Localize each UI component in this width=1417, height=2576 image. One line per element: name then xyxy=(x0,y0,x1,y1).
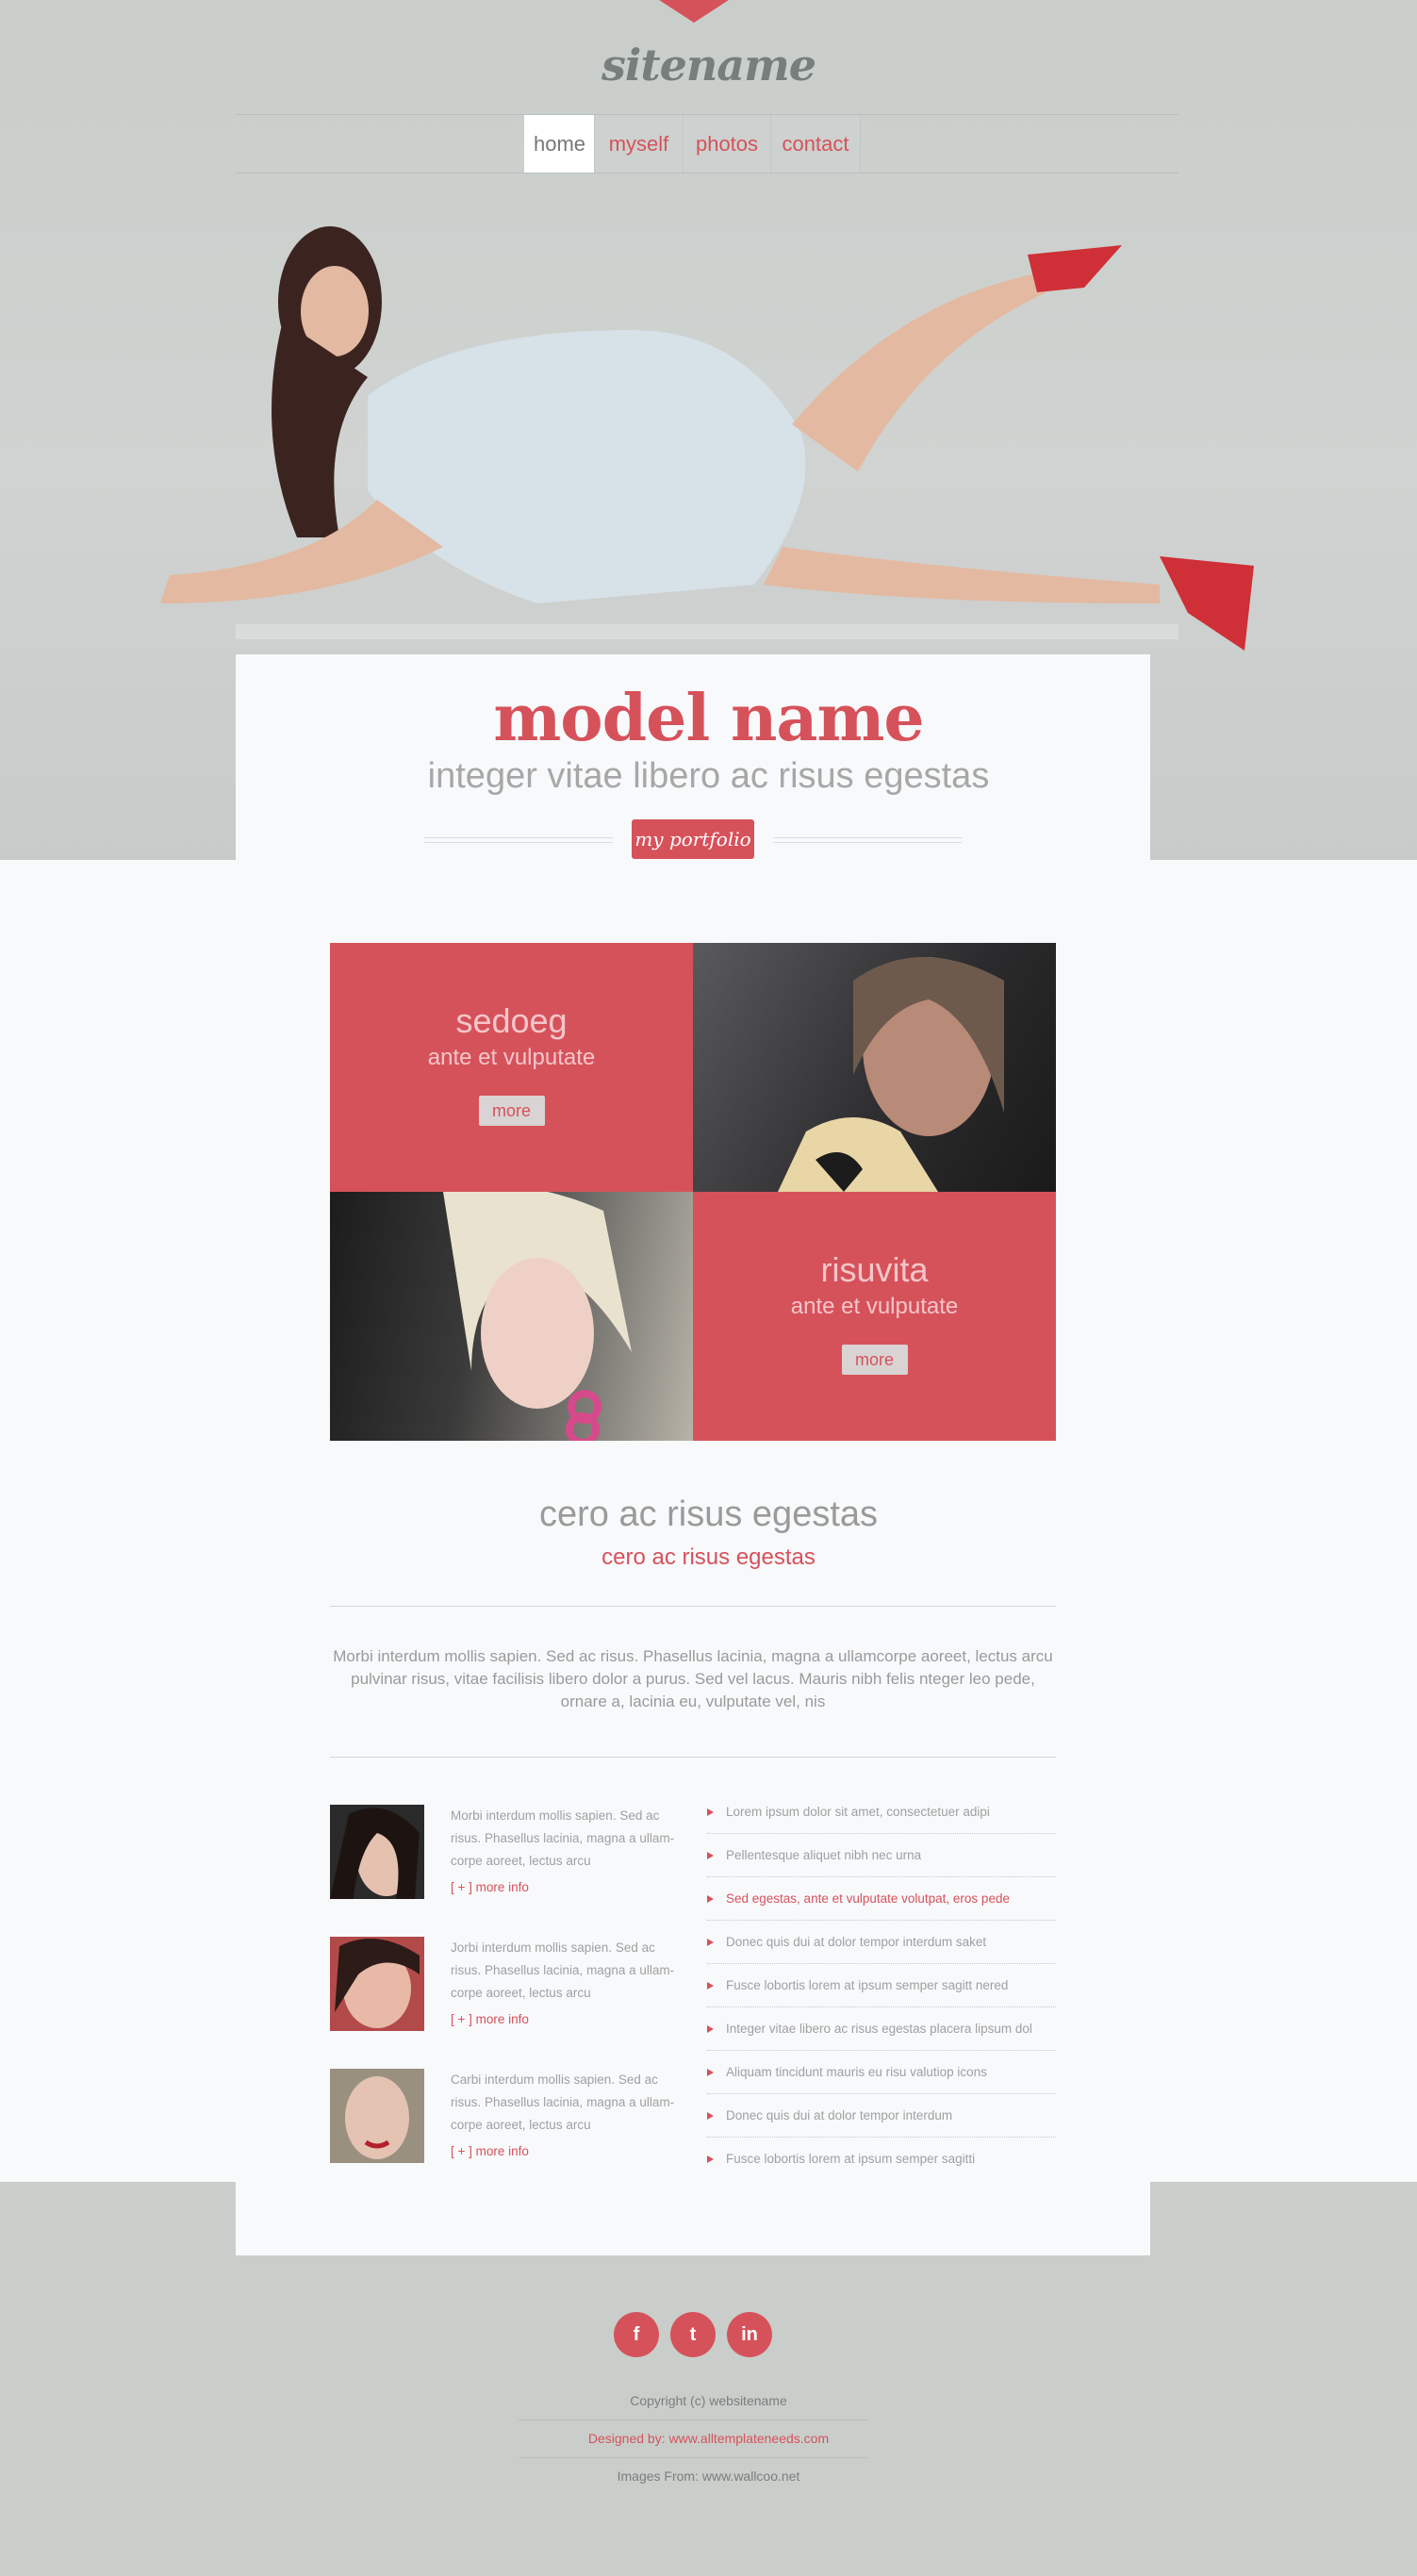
footer-divider xyxy=(519,2419,867,2420)
news-thumbnail xyxy=(330,1805,424,1899)
more-info-link[interactable]: [ + ] more info xyxy=(451,2144,529,2158)
list-link[interactable]: Fusce lobortis lorem at ipsum semper sag… xyxy=(707,1964,1056,2007)
footer-designed-by[interactable]: Designed by: www.alltemplateneeds.com xyxy=(0,2431,1417,2446)
tile-more-button[interactable]: more xyxy=(841,1345,908,1375)
footer-copyright: Copyright (c) websitename xyxy=(630,2393,787,2408)
social-links: f t in xyxy=(614,2312,772,2357)
portfolio-divider-left xyxy=(424,837,613,843)
section-subtitle: cero ac risus egestas xyxy=(601,1544,816,1570)
tile-subtitle: ante et vulputate xyxy=(427,1045,596,1070)
news-item: Carbi interdum mollis sapien. Sed ac ris… xyxy=(330,2069,679,2201)
list-link[interactable]: Lorem ipsum dolor sit amet, consectetuer… xyxy=(707,1791,1056,1834)
link-list: Lorem ipsum dolor sit amet, consectetuer… xyxy=(707,1791,1056,2181)
main-nav: home myself photos contact xyxy=(524,115,861,173)
list-link[interactable]: Pellentesque aliquet nibh nec urna xyxy=(707,1834,1056,1877)
feature-photo-1 xyxy=(693,943,1056,1192)
nav-photos[interactable]: photos xyxy=(684,115,771,173)
intro-paragraph: Morbi interdum mollis sapien. Sed ac ris… xyxy=(333,1647,1053,1710)
feature-photo-2 xyxy=(330,1192,693,1441)
nav-contact[interactable]: contact xyxy=(771,115,861,173)
tile-more-button[interactable]: more xyxy=(478,1096,545,1126)
feature-tile-sedoeg: sedoeg ante et vulputate more xyxy=(330,943,693,1192)
news-text: Carbi interdum mollis sapien. Sed ac ris… xyxy=(451,2072,675,2132)
news-list: Morbi interdum mollis sapien. Sed ac ris… xyxy=(330,1805,679,2201)
list-link[interactable]: Fusce lobortis lorem at ipsum semper sag… xyxy=(707,2138,1056,2181)
hero-subtitle: integer vitae libero ac risus egestas xyxy=(427,756,990,796)
nav-home[interactable]: home xyxy=(524,115,595,173)
twitter-icon[interactable]: t xyxy=(670,2312,716,2357)
feature-grid: sedoeg ante et vulputate more risuvita a… xyxy=(330,943,1056,1441)
nav-myself[interactable]: myself xyxy=(595,115,684,173)
footer-divider xyxy=(519,2457,867,2458)
list-link[interactable]: Integer vitae libero ac risus egestas pl… xyxy=(707,2007,1056,2051)
hero-pedestal xyxy=(236,624,1178,639)
list-link[interactable]: Aliquam tincidunt mauris eu risu valutio… xyxy=(707,2051,1056,2094)
site-logo[interactable]: sitename xyxy=(0,40,1417,91)
facebook-icon[interactable]: f xyxy=(614,2312,659,2357)
news-text: Morbi interdum mollis sapien. Sed ac ris… xyxy=(451,1808,675,1868)
section-title: cero ac risus egestas xyxy=(538,1494,879,1534)
news-thumbnail xyxy=(330,1937,424,2031)
news-thumbnail xyxy=(330,2069,424,2163)
my-portfolio-button[interactable]: my portfolio xyxy=(632,819,754,859)
more-info-link[interactable]: [ + ] more info xyxy=(451,2012,529,2026)
news-item: Morbi interdum mollis sapien. Sed ac ris… xyxy=(330,1805,679,1937)
section-divider xyxy=(330,1757,1056,1758)
tile-subtitle: ante et vulputate xyxy=(790,1294,959,1319)
footer-images-credit[interactable]: Images From: www.wallcoo.net xyxy=(0,2469,1417,2484)
list-link[interactable]: Donec quis dui at dolor tempor interdum xyxy=(707,2094,1056,2138)
section-divider xyxy=(330,1606,1056,1607)
tile-title: risuvita xyxy=(820,1250,929,1289)
news-text: Jorbi interdum mollis sapien. Sed ac ris… xyxy=(451,1940,675,2000)
list-link[interactable]: Sed egestas, ante et vulputate volutpat,… xyxy=(707,1877,1056,1921)
list-link[interactable]: Donec quis dui at dolor tempor interdum … xyxy=(707,1921,1056,1964)
linkedin-icon[interactable]: in xyxy=(727,2312,772,2357)
portfolio-divider-right xyxy=(773,837,962,843)
hero-title: model name xyxy=(493,681,924,756)
feature-tile-risuvita: risuvita ante et vulputate more xyxy=(693,1192,1056,1441)
news-item: Jorbi interdum mollis sapien. Sed ac ris… xyxy=(330,1937,679,2069)
tile-title: sedoeg xyxy=(455,1001,568,1040)
more-info-link[interactable]: [ + ] more info xyxy=(451,1880,529,1894)
